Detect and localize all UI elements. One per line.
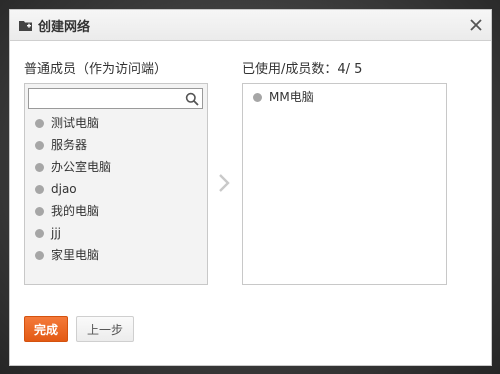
status-dot-icon — [35, 229, 44, 238]
member-label: djao — [51, 182, 77, 196]
member-label: 办公室电脑 — [51, 160, 112, 174]
previous-step-button[interactable]: 上一步 — [76, 316, 134, 342]
list-item[interactable]: 办公室电脑 — [25, 156, 207, 178]
member-label: 测试电脑 — [51, 116, 100, 130]
list-item[interactable]: 服务器 — [25, 134, 207, 156]
list-item[interactable]: MM电脑 — [243, 86, 446, 108]
status-dot-icon — [35, 251, 44, 260]
done-button[interactable]: 完成 — [24, 316, 68, 342]
member-label: 服务器 — [51, 138, 88, 152]
used-members-count-label: 已使用/成员数：4/ 5 — [242, 62, 363, 77]
dialog-titlebar: 创建网络 — [10, 10, 491, 41]
selected-member-list: MM电脑 — [243, 86, 446, 108]
status-dot-icon — [35, 207, 44, 216]
search-icon[interactable] — [185, 92, 199, 106]
list-item[interactable]: 测试电脑 — [25, 112, 207, 134]
status-dot-icon — [35, 163, 44, 172]
list-item[interactable]: jjj — [25, 222, 207, 244]
search-box — [28, 88, 203, 109]
list-item[interactable]: djao — [25, 178, 207, 200]
list-item[interactable]: 我的电脑 — [25, 200, 207, 222]
member-label: 家里电脑 — [51, 248, 100, 262]
regular-members-list: 测试电脑 服务器 办公室电脑 djao 我的电脑 jjj 家里电脑 — [24, 83, 208, 285]
used-members-list: MM电脑 — [242, 83, 447, 285]
list-item[interactable]: 家里电脑 — [25, 244, 207, 266]
status-dot-icon — [35, 185, 44, 194]
chevron-right-icon[interactable] — [215, 172, 233, 194]
status-dot-icon — [253, 93, 262, 102]
member-label: 我的电脑 — [51, 204, 100, 218]
member-label: MM电脑 — [269, 90, 314, 104]
create-network-dialog: 创建网络 普通成员（作为访问端） 已使用/成员数：4/ 5 测试电脑 服务器 办… — [9, 9, 492, 366]
member-label: jjj — [51, 226, 62, 240]
network-folder-icon — [19, 21, 32, 31]
dialog-title: 创建网络 — [38, 20, 91, 35]
regular-members-label: 普通成员（作为访问端） — [24, 62, 168, 77]
status-dot-icon — [35, 119, 44, 128]
close-icon[interactable] — [467, 16, 485, 34]
search-input[interactable] — [29, 89, 179, 108]
status-dot-icon — [35, 141, 44, 150]
member-list: 测试电脑 服务器 办公室电脑 djao 我的电脑 jjj 家里电脑 — [25, 112, 207, 266]
